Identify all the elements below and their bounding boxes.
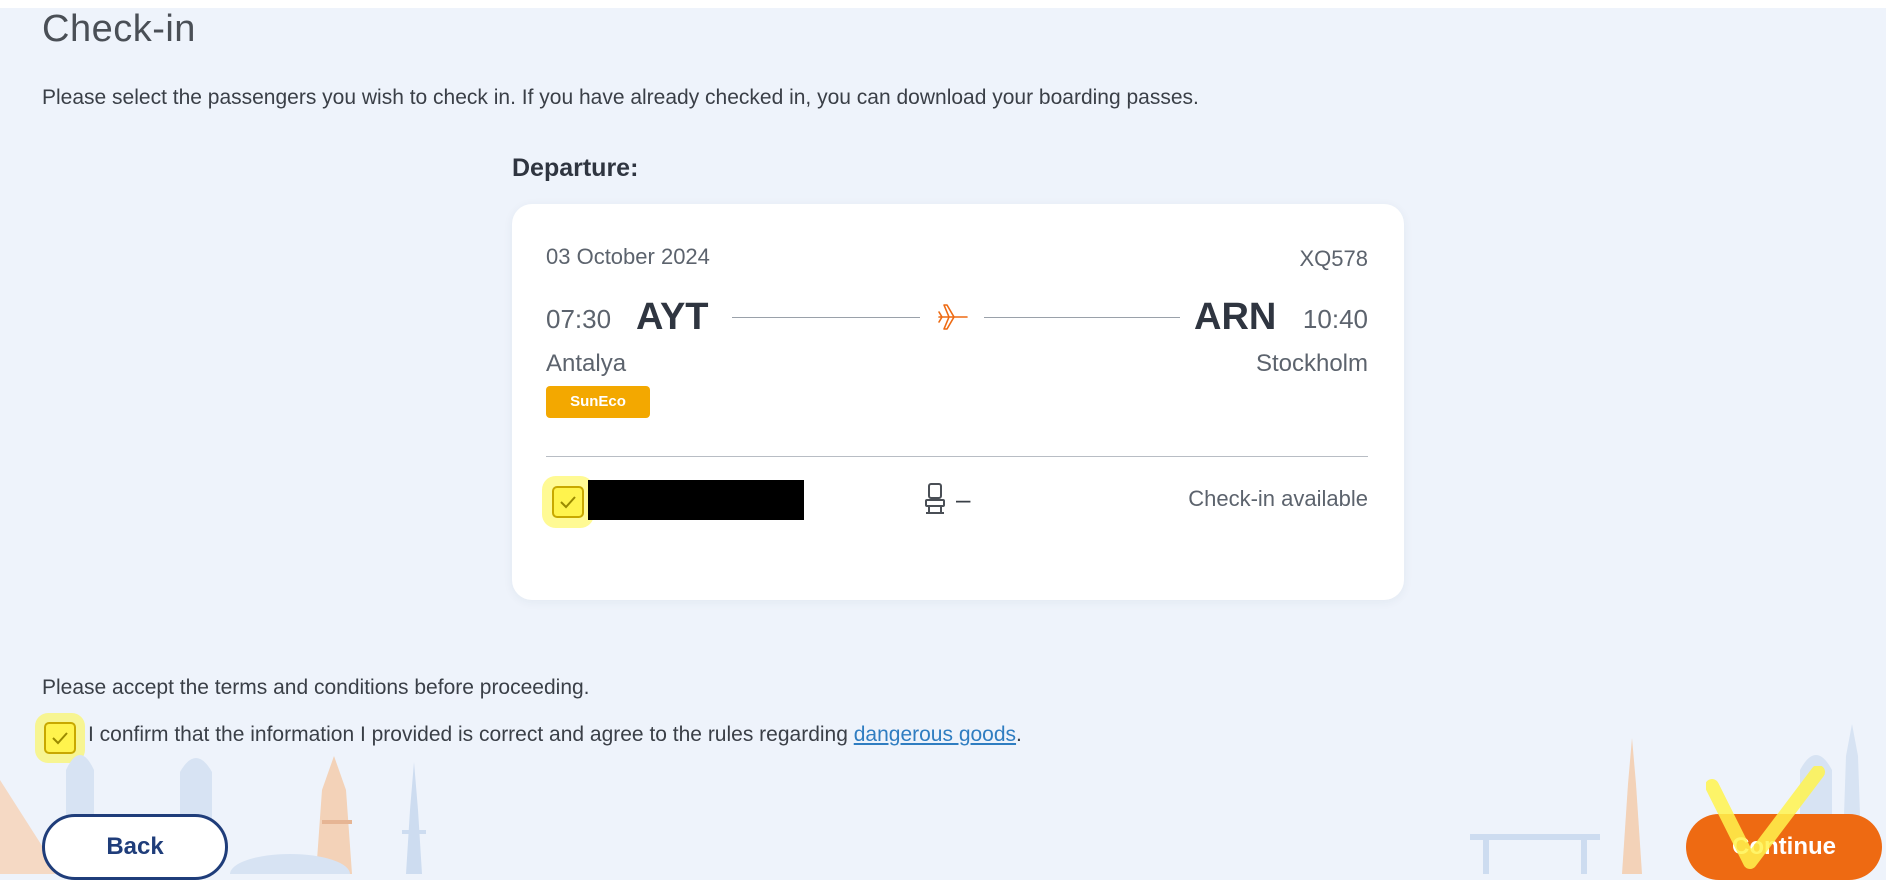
checkmark-icon: [560, 496, 576, 509]
departure-airport-code: AYT: [636, 296, 709, 338]
arrival-airport-code: ARN: [1194, 296, 1277, 338]
seat-value: –: [956, 484, 971, 514]
instructions-text: Please select the passengers you wish to…: [42, 86, 1199, 109]
flight-date: 03 October 2024: [546, 244, 710, 269]
top-strip: [0, 0, 1886, 8]
passenger-name-redacted: [588, 480, 804, 520]
card-divider: [546, 456, 1368, 457]
page-title: Check-in: [42, 8, 196, 50]
fare-class-badge: SunEco: [546, 386, 650, 418]
back-button[interactable]: Back: [42, 814, 228, 880]
arrival-city: Stockholm: [1255, 350, 1368, 377]
departure-time: 07:30: [546, 304, 612, 334]
plane-icon: [938, 304, 968, 330]
flight-card: 03 October 2024 XQ578 07:30 AYT ARN 10:4…: [512, 204, 1404, 600]
flight-number: XQ578: [1299, 246, 1369, 271]
route-line: [732, 317, 920, 318]
passenger-checkbox[interactable]: [552, 486, 584, 518]
highlight-checkmark-annotation: [1706, 766, 1825, 869]
city-skyline-illustration: [0, 724, 1862, 874]
route-line: [984, 317, 1180, 318]
terms-prompt: Please accept the terms and conditions b…: [42, 676, 590, 699]
departure-label: Departure:: [512, 154, 639, 182]
checkin-status: Check-in available: [1188, 486, 1368, 511]
arrival-time: 10:40: [1302, 304, 1368, 334]
seat-icon: [925, 483, 945, 514]
departure-city: Antalya: [546, 350, 627, 377]
